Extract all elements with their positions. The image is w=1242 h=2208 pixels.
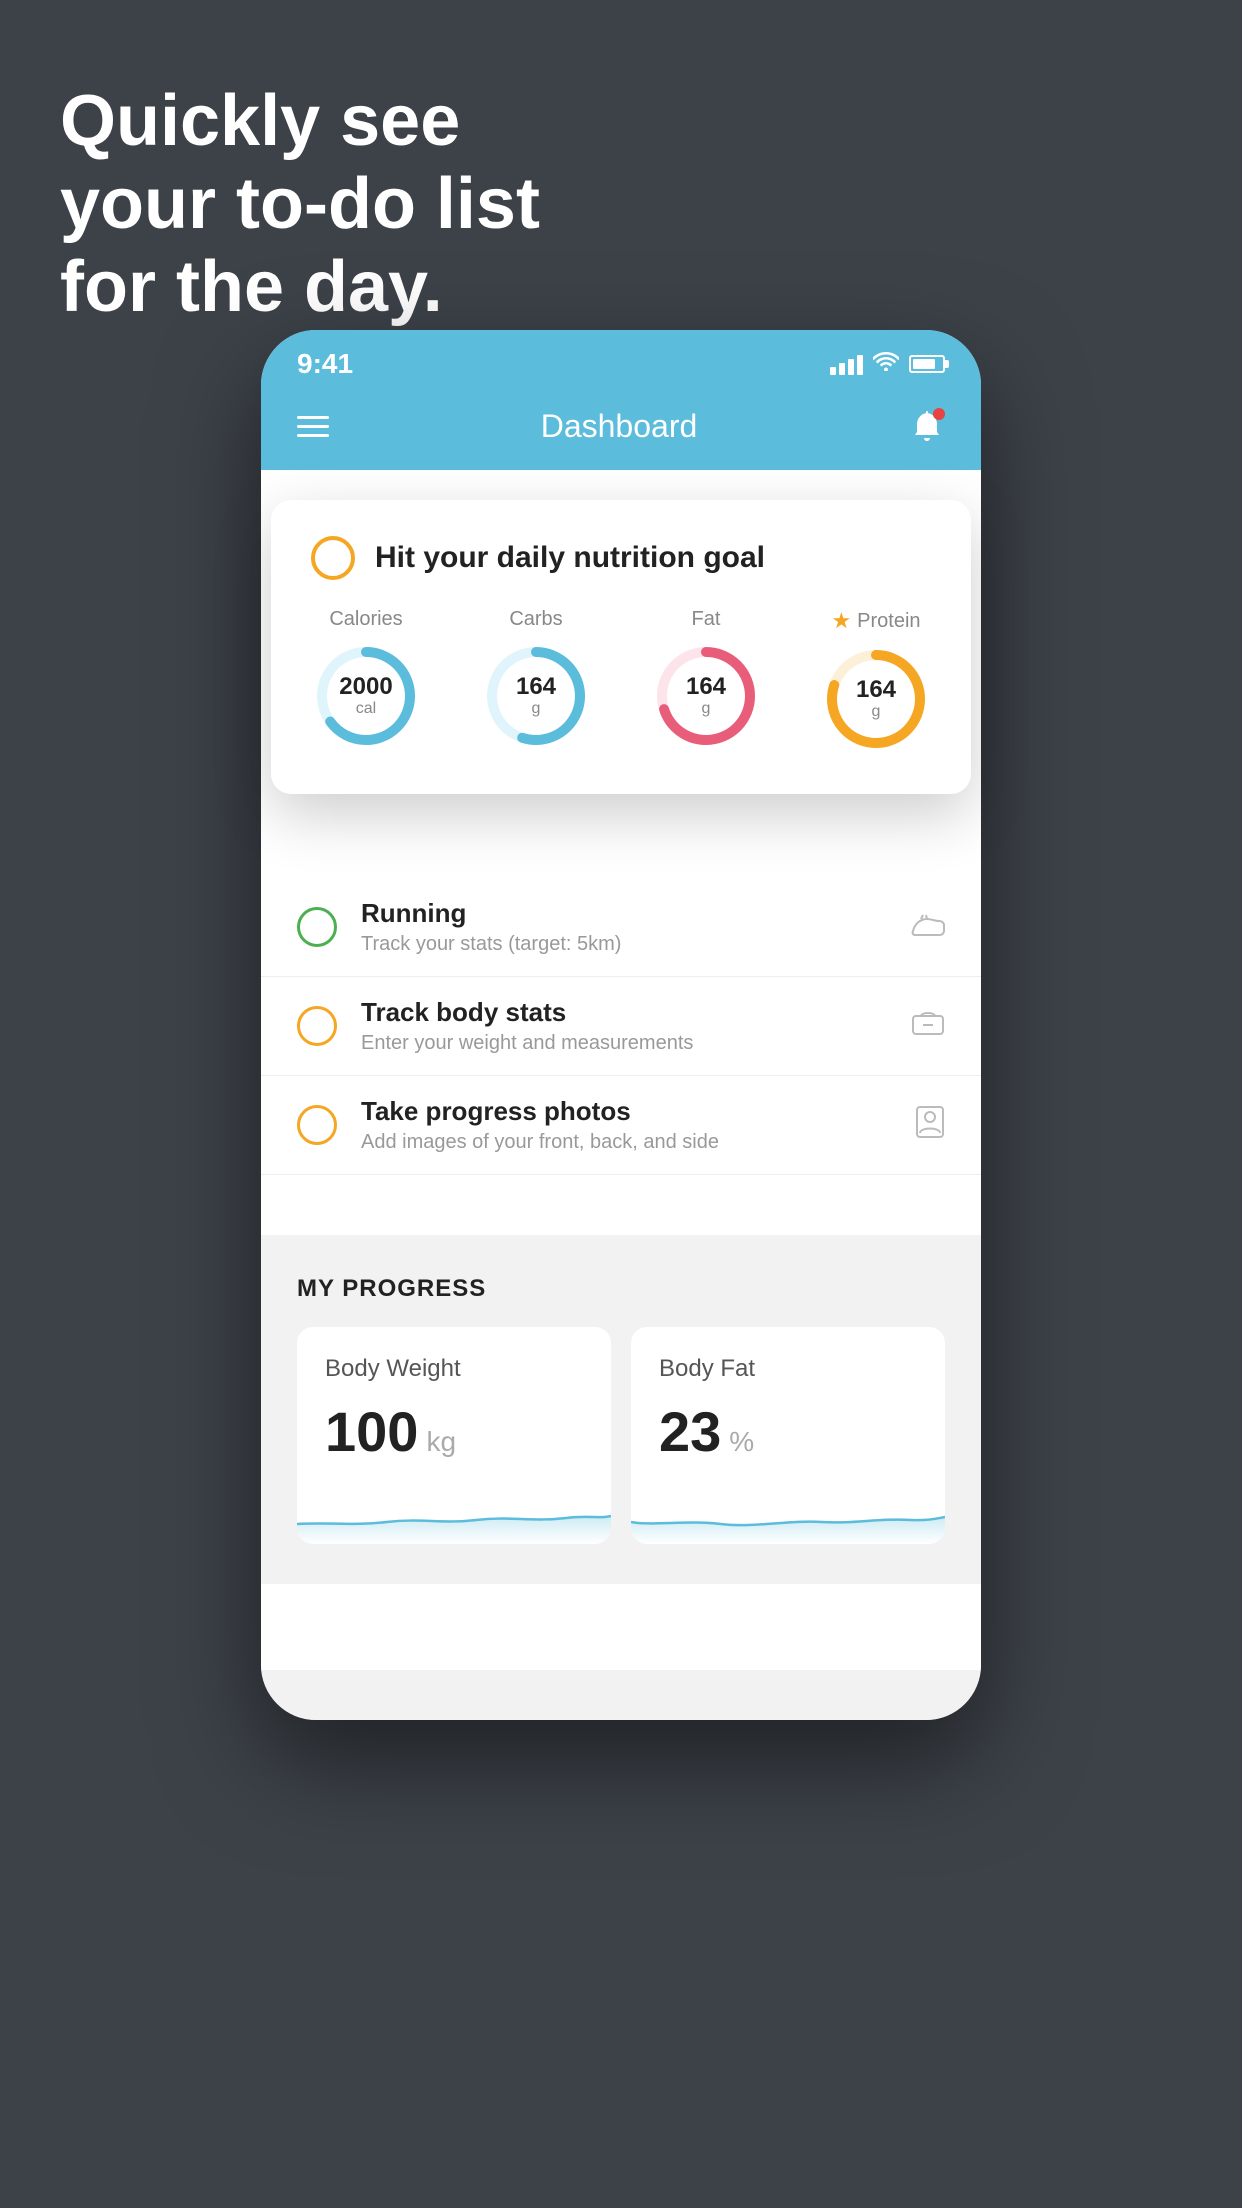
- todo-circle-stats: [297, 1006, 337, 1046]
- header-title: Dashboard: [541, 408, 698, 445]
- progress-value-fat: 23 %: [659, 1399, 917, 1464]
- content-spacer: [261, 1175, 981, 1235]
- progress-title: MY PROGRESS: [297, 1275, 945, 1303]
- star-icon: ★: [831, 608, 851, 634]
- nutrition-card-title: Hit your daily nutrition goal: [375, 541, 765, 575]
- progress-card-weight[interactable]: Body Weight 100 kg: [297, 1327, 611, 1544]
- app-header: Dashboard: [261, 390, 981, 470]
- scale-icon: [911, 1008, 945, 1045]
- carbs-label: Carbs: [509, 608, 562, 631]
- fat-donut: 164 g: [651, 641, 761, 751]
- nutrition-check-circle: [311, 536, 355, 580]
- calories-unit: cal: [356, 700, 376, 717]
- carbs-donut: 164 g: [481, 641, 591, 751]
- nutrition-item-protein: ★ Protein 164 g: [821, 608, 931, 754]
- todo-list: Running Track your stats (target: 5km) T…: [261, 878, 981, 1175]
- todo-title-photos: Take progress photos: [361, 1096, 891, 1127]
- carbs-value: 164: [516, 674, 556, 700]
- todo-subtitle-stats: Enter your weight and measurements: [361, 1032, 887, 1055]
- protein-value: 164: [856, 677, 896, 703]
- person-icon: [915, 1105, 945, 1146]
- nutrition-item-calories: Calories 2000 cal: [311, 608, 421, 754]
- progress-card-title-weight: Body Weight: [325, 1355, 583, 1383]
- fat-label: Fat: [692, 608, 721, 631]
- todo-circle-running: [297, 907, 337, 947]
- battery-fill: [913, 359, 935, 369]
- todo-title-running: Running: [361, 898, 887, 929]
- protein-donut: 164 g: [821, 644, 931, 754]
- status-time: 9:41: [297, 348, 353, 380]
- todo-text-running: Running Track your stats (target: 5km): [361, 898, 887, 956]
- fat-value: 164: [686, 674, 726, 700]
- progress-unit-weight: kg: [426, 1426, 456, 1458]
- progress-number-fat: 23: [659, 1399, 721, 1464]
- protein-label: Protein: [857, 610, 920, 633]
- notification-badge: [933, 408, 945, 420]
- todo-circle-photos: [297, 1105, 337, 1145]
- hero-text: Quickly see your to-do list for the day.: [60, 80, 610, 328]
- fat-chart: [631, 1484, 945, 1544]
- calories-donut-center: 2000 cal: [339, 674, 392, 718]
- signal-icon: [830, 353, 863, 375]
- progress-section: MY PROGRESS Body Weight 100 kg: [261, 1235, 981, 1584]
- protein-label-wrapper: ★ Protein: [831, 608, 920, 634]
- nutrition-item-carbs: Carbs 164 g: [481, 608, 591, 754]
- calories-donut: 2000 cal: [311, 641, 421, 751]
- list-item[interactable]: Running Track your stats (target: 5km): [261, 878, 981, 977]
- fat-donut-center: 164 g: [686, 674, 726, 718]
- carbs-donut-center: 164 g: [516, 674, 556, 718]
- progress-card-fat[interactable]: Body Fat 23 %: [631, 1327, 945, 1544]
- fat-unit: g: [702, 700, 711, 717]
- hamburger-line-2: [297, 425, 329, 428]
- protein-unit: g: [872, 703, 881, 720]
- todo-title-stats: Track body stats: [361, 997, 887, 1028]
- status-icons: [830, 351, 945, 377]
- todo-text-stats: Track body stats Enter your weight and m…: [361, 997, 887, 1055]
- hamburger-line-3: [297, 434, 329, 437]
- status-bar: 9:41: [261, 330, 981, 390]
- calories-label: Calories: [329, 608, 402, 631]
- list-item[interactable]: Track body stats Enter your weight and m…: [261, 977, 981, 1076]
- signal-bar-4: [857, 355, 863, 375]
- signal-bar-1: [830, 367, 836, 375]
- carbs-unit: g: [532, 700, 541, 717]
- calories-value: 2000: [339, 674, 392, 700]
- shoe-icon: [911, 911, 945, 944]
- signal-bar-2: [839, 363, 845, 375]
- battery-icon: [909, 355, 945, 373]
- menu-button[interactable]: [297, 416, 329, 437]
- todo-subtitle-running: Track your stats (target: 5km): [361, 933, 887, 956]
- todo-text-photos: Take progress photos Add images of your …: [361, 1096, 891, 1154]
- nutrition-card-header: Hit your daily nutrition goal: [311, 536, 931, 580]
- hamburger-line-1: [297, 416, 329, 419]
- nutrition-circles: Calories 2000 cal Carbs: [311, 608, 931, 754]
- progress-cards: Body Weight 100 kg: [297, 1327, 945, 1584]
- progress-card-title-fat: Body Fat: [659, 1355, 917, 1383]
- protein-donut-center: 164 g: [856, 677, 896, 721]
- progress-unit-fat: %: [729, 1426, 754, 1458]
- weight-chart: [297, 1484, 611, 1544]
- signal-bar-3: [848, 359, 854, 375]
- progress-number-weight: 100: [325, 1399, 418, 1464]
- nutrition-item-fat: Fat 164 g: [651, 608, 761, 754]
- progress-value-weight: 100 kg: [325, 1399, 583, 1464]
- todo-subtitle-photos: Add images of your front, back, and side: [361, 1131, 891, 1154]
- nutrition-card: Hit your daily nutrition goal Calories 2…: [271, 500, 971, 794]
- wifi-icon: [873, 351, 899, 377]
- notification-button[interactable]: [909, 408, 945, 444]
- phone-bottom: [261, 1670, 981, 1720]
- list-item[interactable]: Take progress photos Add images of your …: [261, 1076, 981, 1175]
